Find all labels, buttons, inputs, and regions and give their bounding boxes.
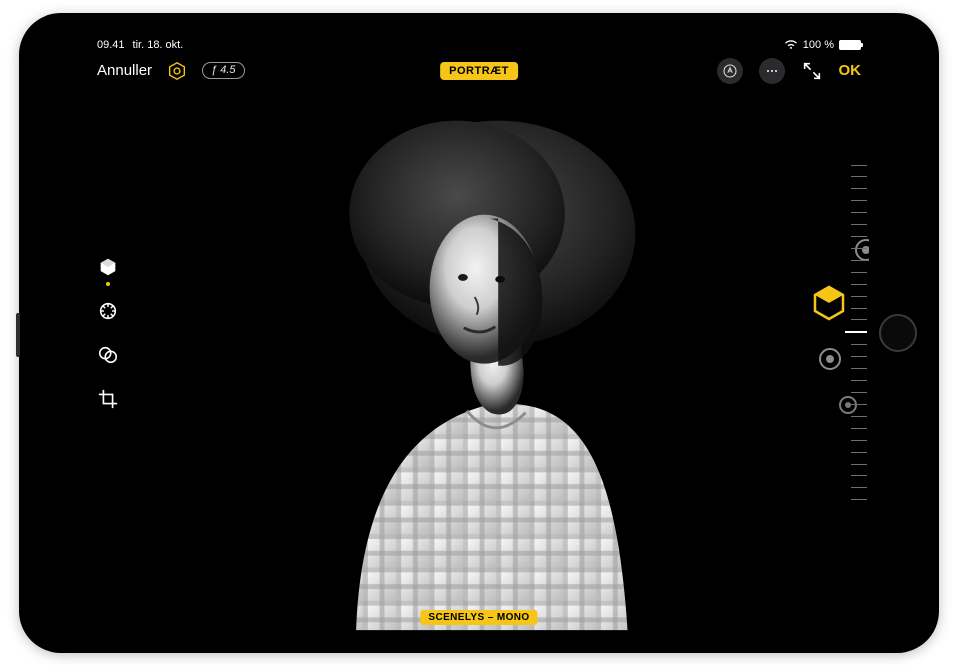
cancel-button[interactable]: Annuller xyxy=(97,62,152,79)
lighting-label: SCENELYS – MONO xyxy=(420,610,537,625)
lighting-option-selected[interactable] xyxy=(815,287,843,319)
more-button[interactable] xyxy=(759,58,785,84)
edit-tool-rail xyxy=(93,252,123,414)
battery-icon xyxy=(839,40,861,50)
status-bar: 09.41 tir. 18. okt. 100 % xyxy=(89,35,869,53)
aperture-label: ƒ 4.5 xyxy=(211,64,235,76)
screen: 09.41 tir. 18. okt. 100 % Annuller xyxy=(89,35,869,631)
top-toolbar: Annuller ƒ 4.5 PORTRÆT xyxy=(89,53,869,89)
portrait-image xyxy=(263,101,694,630)
aperture-button[interactable]: ƒ 4.5 xyxy=(202,62,244,79)
done-button[interactable]: OK xyxy=(839,62,862,79)
home-button[interactable] xyxy=(879,314,917,352)
tool-portrait-lighting[interactable] xyxy=(93,252,123,282)
intensity-slider[interactable] xyxy=(851,165,867,501)
status-time: 09.41 xyxy=(97,39,125,51)
tool-filters[interactable] xyxy=(93,340,123,370)
markup-button[interactable] xyxy=(717,58,743,84)
wifi-icon xyxy=(784,40,798,50)
photo-canvas[interactable]: SCENELYS – MONO xyxy=(259,93,699,631)
tool-adjust[interactable] xyxy=(93,296,123,326)
status-date: tir. 18. okt. xyxy=(133,39,184,51)
lighting-wheel[interactable] xyxy=(695,183,869,483)
fullscreen-button[interactable] xyxy=(801,60,823,82)
mode-badge: PORTRÆT xyxy=(440,62,518,80)
portrait-depth-icon[interactable] xyxy=(166,60,188,82)
battery-pct: 100 % xyxy=(803,39,834,51)
tool-crop[interactable] xyxy=(93,384,123,414)
